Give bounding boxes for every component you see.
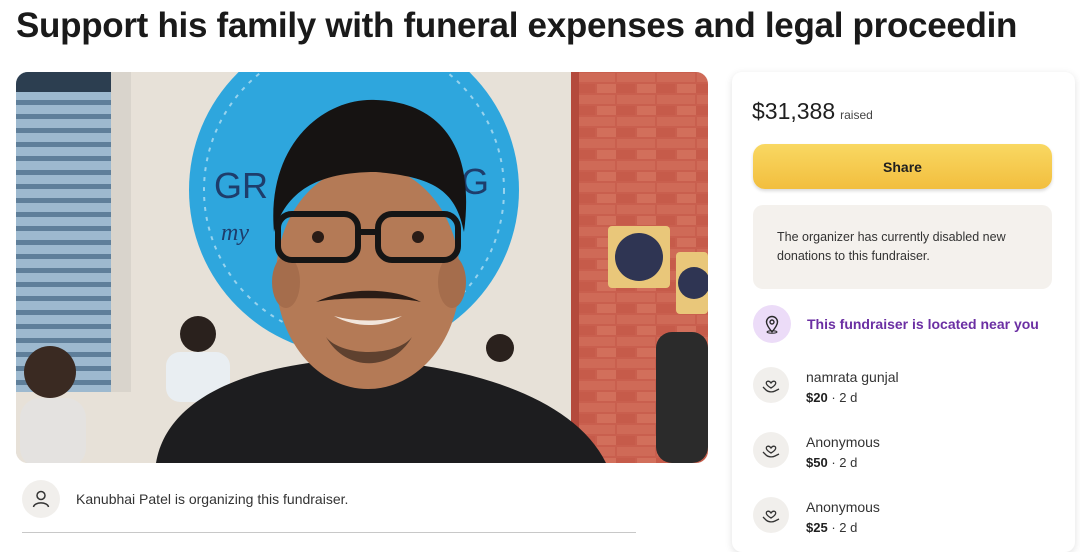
organizer-row: Kanubhai Patel is organizing this fundra…	[22, 480, 348, 518]
donation-item: Anonymous $50 · 2 d	[753, 432, 880, 473]
donor-name: Anonymous	[806, 499, 880, 515]
location-text: This fundraiser is located near you	[807, 316, 1039, 332]
donation-amount: $20	[806, 390, 828, 405]
donation-panel: $31,388 raised Share The organizer has c…	[732, 72, 1075, 552]
svg-text:my: my	[221, 220, 249, 246]
donation-hand-heart-icon	[753, 497, 789, 533]
donation-amount: $25	[806, 520, 828, 535]
share-button[interactable]: Share	[753, 144, 1052, 189]
donation-time: 2 d	[839, 455, 858, 470]
donor-name: namrata gunjal	[806, 369, 899, 385]
donation-amount: $50	[806, 455, 828, 470]
page-title: Support his family with funeral expenses…	[16, 6, 1018, 45]
donation-hand-heart-icon	[753, 432, 789, 468]
raised-amount: $31,388	[752, 98, 836, 124]
donation-hand-heart-icon	[753, 367, 789, 403]
user-icon	[22, 480, 60, 518]
hero-image: GR G my	[16, 72, 708, 463]
raised-label: raised	[840, 108, 873, 122]
donation-time: 2 d	[839, 390, 858, 405]
raised-summary: $31,388 raised	[752, 98, 873, 125]
divider	[22, 532, 636, 533]
location-pin-icon	[753, 305, 791, 343]
donation-time: 2 d	[839, 520, 858, 535]
donations-disabled-notice: The organizer has currently disabled new…	[753, 205, 1052, 289]
donation-item: namrata gunjal $20 · 2 d	[753, 367, 899, 408]
organizer-text: Kanubhai Patel is organizing this fundra…	[76, 491, 349, 507]
location-row: This fundraiser is located near you	[753, 305, 1039, 343]
svg-text:GR: GR	[214, 165, 268, 206]
donation-item: Anonymous $25 · 2 d	[753, 497, 880, 538]
donor-name: Anonymous	[806, 434, 880, 450]
